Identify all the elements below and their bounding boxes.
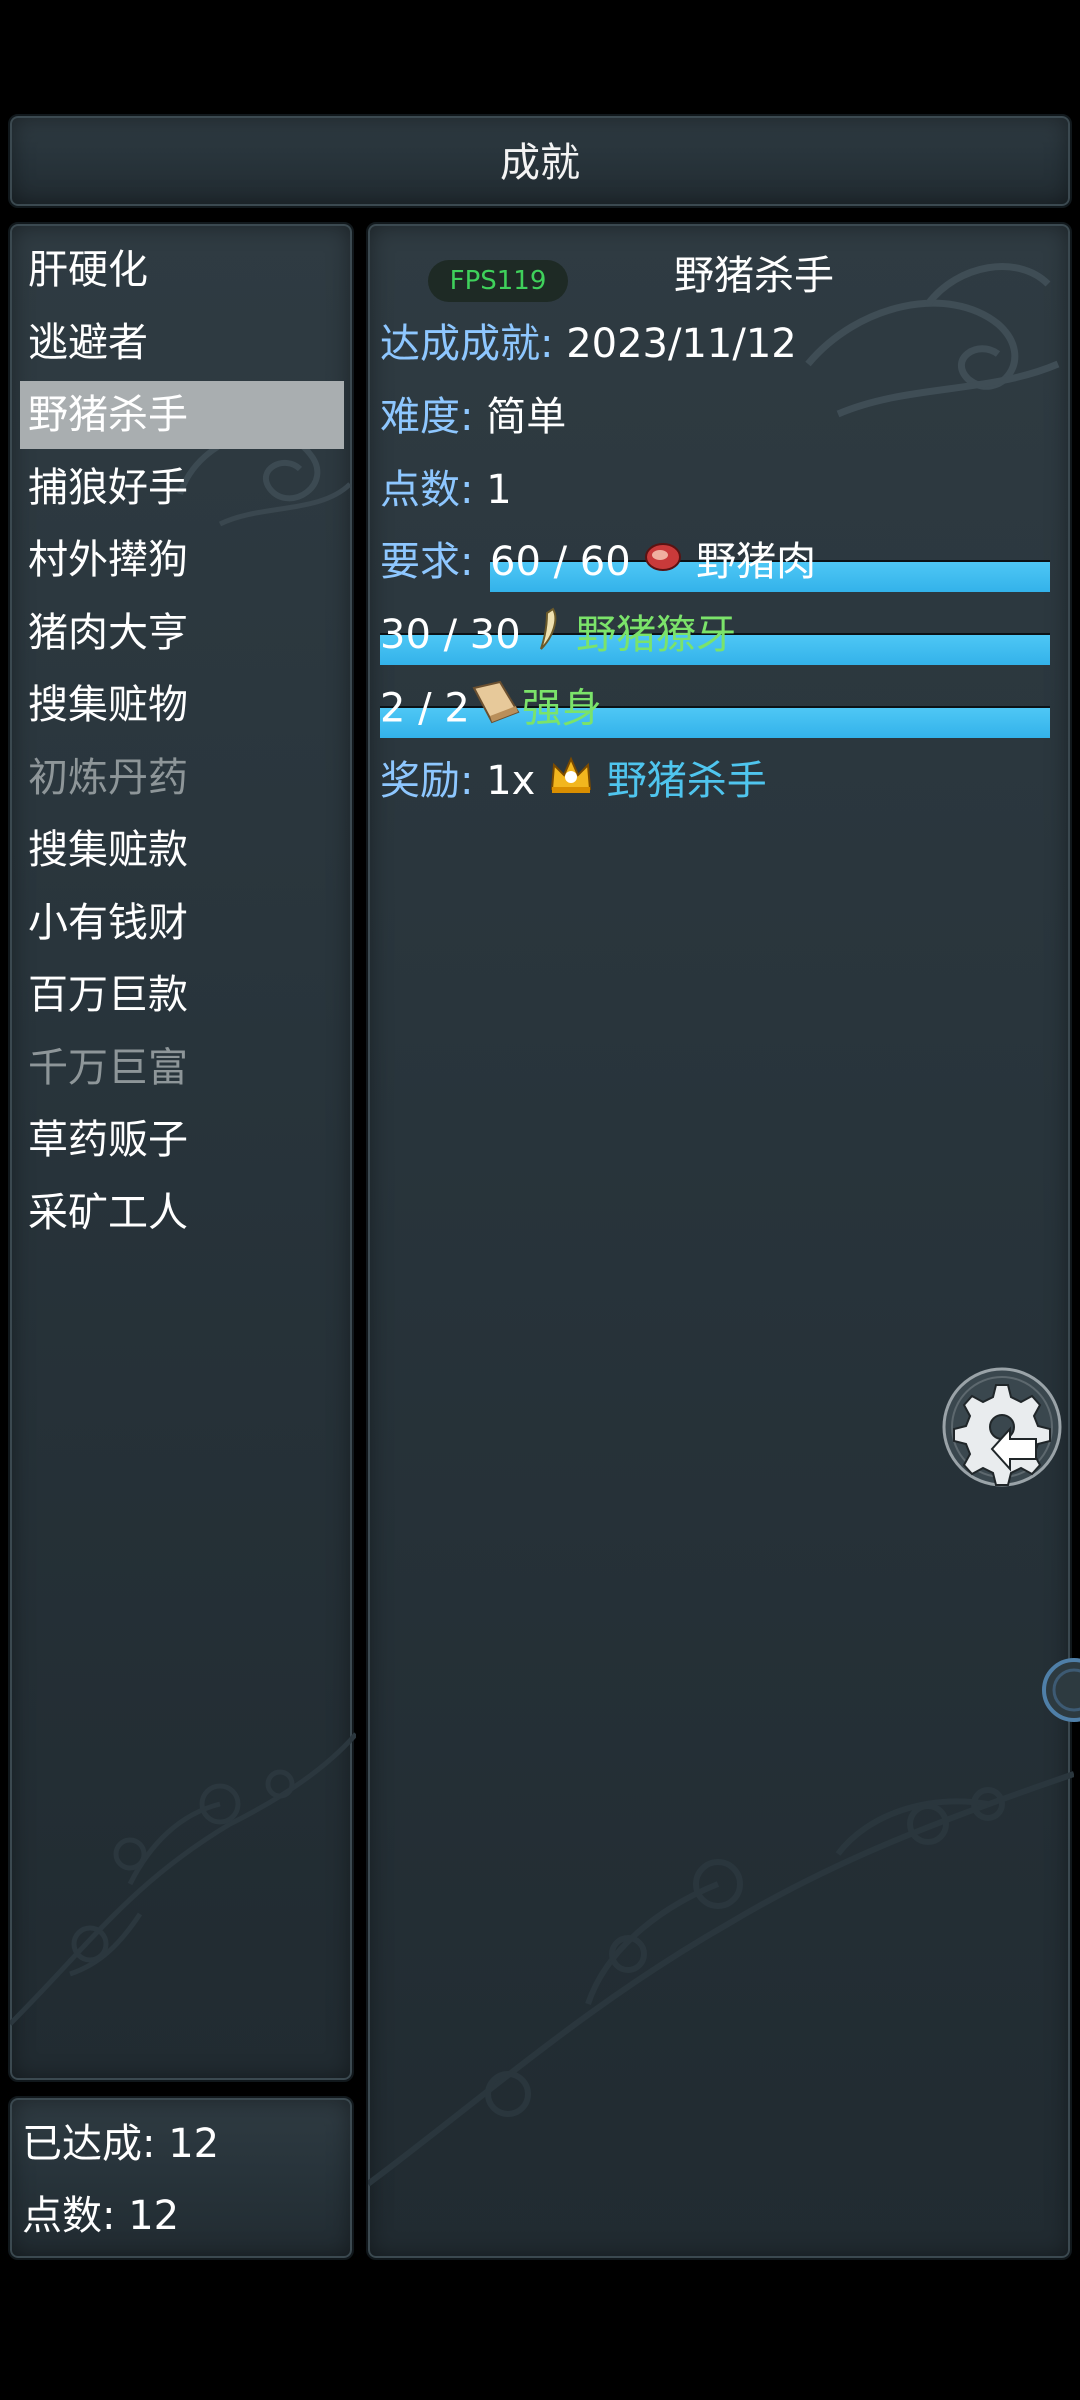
requirement-item: 强身: [521, 685, 602, 732]
gear-icon: [942, 1367, 1062, 1487]
achieved-date-row: 达成成就: 2023/11/12: [380, 314, 797, 374]
requirement-item: 野猪獠牙: [576, 612, 737, 658]
stats-panel: 已达成: 12 点数: 12: [8, 2096, 354, 2260]
points-row: 点数: 1: [380, 460, 512, 520]
list-item[interactable]: 搜集赃款: [20, 816, 344, 884]
list-item[interactable]: 采矿工人: [20, 1179, 344, 1247]
meat-icon: [643, 534, 683, 594]
requirement-row: 2 / 2 强身: [380, 678, 602, 743]
blossom-decoration: [368, 1771, 1074, 2187]
achieved-count: 已达成: 12: [22, 2121, 220, 2167]
reward-count: 1x: [486, 758, 536, 804]
list-item[interactable]: 逃避者: [20, 309, 344, 377]
crown-icon: [548, 753, 594, 814]
points-label: 点数:: [380, 467, 474, 513]
list-item[interactable]: 野猪杀手: [20, 381, 344, 449]
points-value: 1: [486, 467, 512, 513]
list-item[interactable]: 草药贩子: [20, 1106, 344, 1174]
reward-item: 野猪杀手: [606, 758, 767, 804]
requirements-label: 要求:: [380, 539, 474, 585]
requirement-row: 60 / 60 野猪肉: [490, 532, 816, 594]
list-item[interactable]: 搜集赃物: [20, 671, 344, 739]
achievement-list[interactable]: 肝硬化 逃避者 野猪杀手 捕狼好手 村外撵狗 猪肉大亨 搜集赃物 初炼丹药 搜集赃款 小有钱财 百万…: [8, 222, 356, 2082]
book-icon: [470, 678, 522, 743]
total-points: 点数: 12: [22, 2193, 180, 2239]
list-item[interactable]: 小有钱财: [20, 889, 344, 957]
list-item[interactable]: 百万巨款: [20, 961, 344, 1029]
list-item[interactable]: 捕狼好手: [20, 454, 344, 522]
requirement-count: 2 / 2: [380, 685, 470, 732]
difficulty-label: 难度:: [380, 394, 474, 440]
achievement-detail: FPS119 野猪杀手 达成成就: 2023/11/12 难度: 简单 点数: …: [366, 222, 1074, 2260]
page-title: 成就: [500, 140, 580, 186]
title-bar: 成就: [8, 114, 1072, 208]
list-item[interactable]: 村外撵狗: [20, 526, 344, 594]
list-item[interactable]: 初炼丹药: [20, 744, 344, 812]
reward-row: 奖励: 1x 野猪杀手: [380, 751, 767, 814]
requirement-count: 60 / 60: [490, 539, 631, 585]
achieved-date-label: 达成成就:: [380, 321, 554, 367]
requirement-item: 野猪肉: [696, 539, 817, 585]
list-item[interactable]: 千万巨富: [20, 1034, 344, 1102]
achieved-date-value: 2023/11/12: [566, 321, 797, 367]
list-item[interactable]: 肝硬化: [20, 236, 344, 304]
list-item[interactable]: 猪肉大亨: [20, 599, 344, 667]
requirement-count: 30 / 30: [380, 612, 521, 658]
reward-label: 奖励:: [380, 758, 474, 804]
blossom-decoration: [10, 1732, 356, 2026]
difficulty-value: 简单: [486, 394, 567, 440]
settings-button[interactable]: [940, 1365, 1064, 1489]
achievement-title: 野猪杀手: [674, 253, 834, 299]
floating-side-handle[interactable]: [1042, 1655, 1080, 1725]
difficulty-row: 难度: 简单: [380, 387, 566, 447]
tusk-icon: [533, 607, 563, 668]
requirement-row: 30 / 30 野猪獠牙: [380, 605, 736, 668]
